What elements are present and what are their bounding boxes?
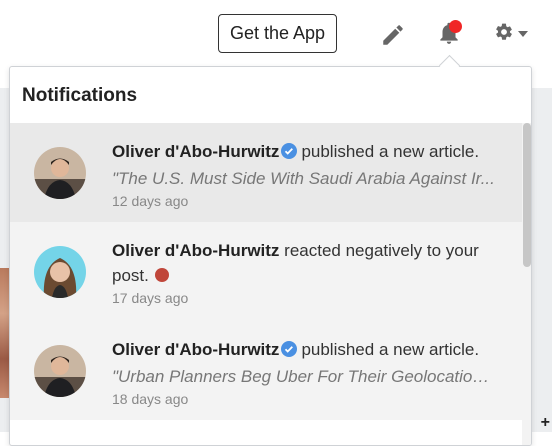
verified-icon (281, 339, 298, 364)
notification-text: Oliver d'Abo-Hurwitz published a new arti… (112, 337, 507, 409)
notification-dot (449, 20, 462, 33)
notification-text: Oliver d'Abo-Hurwitz published a new arti… (112, 139, 507, 211)
notification-action: published a new article. (301, 142, 480, 161)
notification-time: 18 days ago (112, 391, 189, 407)
avatar (34, 345, 86, 397)
notification-excerpt[interactable]: "The U.S. Must Side With Saudi Arabia Ag… (112, 166, 497, 191)
get-the-app-button[interactable]: Get the App (218, 14, 337, 53)
notification-author: Oliver d'Abo-Hurwitz (112, 340, 280, 359)
notifications-title: Notifications (22, 85, 138, 106)
notifications-list: Oliver d'Abo-Hurwitz published a new arti… (10, 123, 522, 420)
avatar (34, 246, 86, 298)
notification-item[interactable]: Oliver d'Abo-Hurwitz reacted negatively … (10, 222, 522, 321)
notification-time: 17 days ago (112, 290, 189, 306)
background-plus-icon: + (540, 414, 550, 431)
avatar (34, 147, 86, 199)
notification-text: Oliver d'Abo-Hurwitz reacted negatively … (112, 238, 507, 308)
notification-author: Oliver d'Abo-Hurwitz (112, 142, 280, 161)
pencil-icon[interactable] (380, 22, 406, 48)
notification-item[interactable]: Oliver d'Abo-Hurwitz published a new arti… (10, 321, 522, 420)
notification-excerpt[interactable]: "Urban Planners Beg Uber For Their Geolo… (112, 364, 497, 389)
gear-icon[interactable] (494, 22, 520, 48)
notification-time: 12 days ago (112, 193, 189, 209)
notification-item[interactable]: Oliver d'Abo-Hurwitz published a new arti… (10, 123, 522, 222)
notification-author: Oliver d'Abo-Hurwitz (112, 241, 280, 260)
scrollbar[interactable] (522, 123, 531, 445)
chevron-down-icon[interactable] (518, 31, 528, 37)
notifications-dropdown: Notifications Oliver d'Abo-Hurwitz publis… (9, 66, 532, 446)
scrollbar-thumb[interactable] (523, 123, 531, 267)
negative-reaction-icon (154, 268, 169, 282)
notification-action: published a new article. (301, 340, 480, 359)
verified-icon (281, 141, 298, 166)
